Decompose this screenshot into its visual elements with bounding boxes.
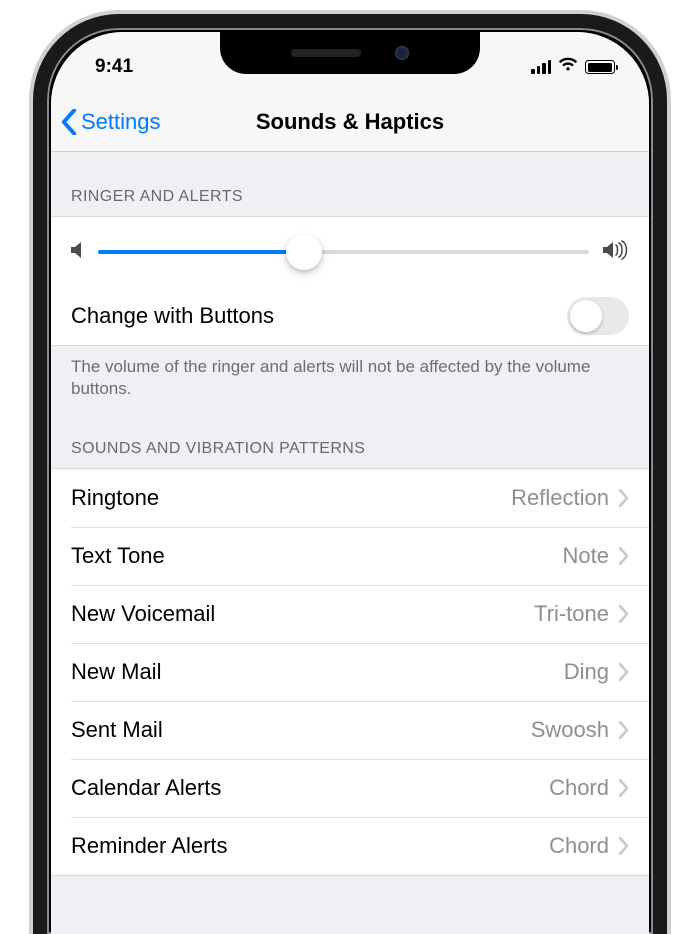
sent-mail-row[interactable]: Sent Mail Swoosh [51,701,649,759]
row-value: Tri-tone [534,601,609,627]
ringtone-row[interactable]: Ringtone Reflection [51,469,649,527]
slider-thumb[interactable] [286,234,322,270]
sounds-group: Ringtone Reflection Text Tone Note New V… [51,468,649,876]
row-label: Calendar Alerts [71,775,549,801]
change-with-buttons-label: Change with Buttons [71,303,567,329]
section-header-sounds: SOUNDS AND VIBRATION PATTERNS [51,410,649,468]
ringer-group: Change with Buttons [51,216,649,346]
row-value: Note [563,543,609,569]
switch-knob [570,300,602,332]
row-value: Reflection [511,485,609,511]
volume-low-icon [71,241,84,264]
nav-bar: Settings Sounds & Haptics [51,92,649,152]
chevron-right-icon [619,837,629,855]
volume-slider[interactable] [98,250,589,254]
reminder-alerts-row[interactable]: Reminder Alerts Chord [51,817,649,875]
row-value: Chord [549,833,609,859]
row-label: Ringtone [71,485,511,511]
row-label: New Voicemail [71,601,534,627]
chevron-right-icon [619,489,629,507]
volume-high-icon [603,240,629,265]
volume-slider-row [51,217,649,287]
back-label: Settings [81,109,161,135]
new-mail-row[interactable]: New Mail Ding [51,643,649,701]
section-footer-ringer: The volume of the ringer and alerts will… [51,346,649,410]
chevron-right-icon [619,547,629,565]
text-tone-row[interactable]: Text Tone Note [51,527,649,585]
screen: 9:41 Settings Sounds & [51,32,649,934]
section-header-ringer: RINGER AND ALERTS [51,152,649,216]
chevron-right-icon [619,663,629,681]
speaker-grille [291,49,361,57]
change-with-buttons-row[interactable]: Change with Buttons [51,287,649,345]
cellular-icon [531,60,551,74]
row-value: Swoosh [531,717,609,743]
row-value: Ding [564,659,609,685]
status-time: 9:41 [95,56,133,78]
row-label: Text Tone [71,543,563,569]
slider-fill [98,250,304,254]
chevron-right-icon [619,721,629,739]
calendar-alerts-row[interactable]: Calendar Alerts Chord [51,759,649,817]
back-button[interactable]: Settings [61,109,161,135]
chevron-left-icon [61,109,77,135]
phone-frame: 9:41 Settings Sounds & [33,14,667,934]
row-value: Chord [549,775,609,801]
change-with-buttons-switch[interactable] [567,297,629,335]
new-voicemail-row[interactable]: New Voicemail Tri-tone [51,585,649,643]
front-camera [395,46,409,60]
battery-icon [585,60,615,74]
row-label: Sent Mail [71,717,531,743]
chevron-right-icon [619,605,629,623]
notch [220,32,480,74]
row-label: Reminder Alerts [71,833,549,859]
content: RINGER AND ALERTS [51,152,649,934]
status-icons [531,57,615,77]
row-label: New Mail [71,659,564,685]
wifi-icon [558,57,578,77]
chevron-right-icon [619,779,629,797]
